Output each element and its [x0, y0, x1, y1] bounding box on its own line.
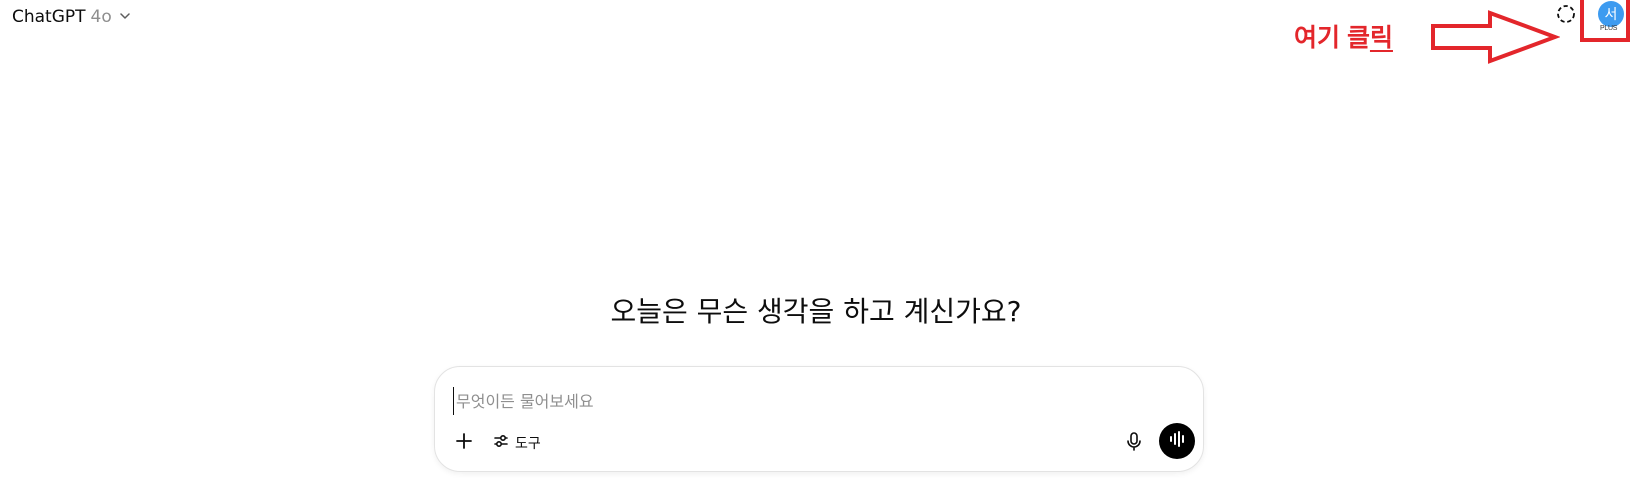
- tools-label: 도구: [515, 436, 541, 452]
- annotation-label-main: 여기 클: [1294, 24, 1370, 52]
- sliders-icon: [493, 433, 509, 453]
- tools-button[interactable]: 도구: [487, 428, 547, 458]
- annotation-arrow-icon: [1431, 10, 1560, 64]
- avatar-initial: 서: [1604, 7, 1618, 23]
- model-selector[interactable]: ChatGPT 4o: [12, 4, 131, 30]
- microphone-icon: [1125, 431, 1143, 455]
- plus-icon: [455, 432, 473, 454]
- dictate-button[interactable]: [1119, 428, 1149, 458]
- prompt-composer: 도구: [434, 366, 1204, 472]
- prompt-input[interactable]: [453, 387, 1156, 415]
- attach-button[interactable]: [449, 428, 479, 458]
- plan-badge: PLUS: [1600, 25, 1618, 32]
- greeting-heading: 오늘은 무슨 생각을 하고 계신가요?: [610, 295, 1022, 328]
- voice-mode-button[interactable]: [1159, 423, 1195, 459]
- model-version: 4o: [90, 7, 112, 27]
- annotation-highlight-box: 서 PLUS: [1580, 0, 1630, 42]
- model-name: ChatGPT: [12, 7, 86, 27]
- chevron-down-icon: [117, 7, 131, 27]
- profile-avatar-button[interactable]: 서: [1598, 1, 1624, 27]
- annotation-label-underlined: 릭: [1369, 24, 1393, 52]
- voice-wave-icon: [1168, 431, 1186, 451]
- annotation-label: 여기 클릭: [1294, 18, 1393, 54]
